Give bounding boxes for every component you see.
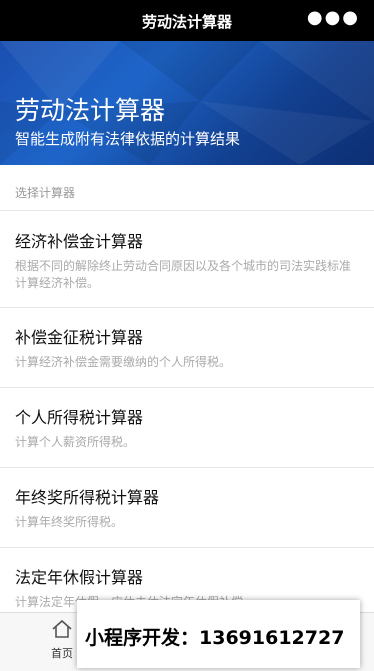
calculator-name: 法定年休假计算器 [15, 568, 144, 587]
hero-subtitle: 智能生成附有法律依据的计算结果 [15, 130, 241, 148]
calculator-desc: 计算个人薪资所得税。 [15, 435, 136, 449]
home-icon [52, 619, 72, 638]
calculator-name: 个人所得税计算器 [15, 408, 144, 427]
section-label: 选择计算器 [15, 186, 76, 200]
calculator-name: 经济补偿金计算器 [15, 232, 144, 251]
more-dots-icon[interactable]: ●●● [307, 9, 360, 27]
calculator-item-economic-compensation[interactable]: 经济补偿金计算器 根据不同的解除终止劳动合同原因以及各个城市的司法实践标准计算经… [0, 211, 374, 307]
calculator-item-income-tax[interactable]: 个人所得税计算器 计算个人薪资所得税。 [0, 388, 374, 467]
calculator-desc: 计算年终奖所得税。 [15, 515, 124, 529]
calculator-item-bonus-tax[interactable]: 年终奖所得税计算器 计算年终奖所得税。 [0, 468, 374, 547]
calculator-desc: 计算经济补偿金需要缴纳的个人所得税。 [15, 355, 232, 369]
nav-bar: 劳动法计算器 ●●● [0, 0, 374, 41]
calculator-name: 年终奖所得税计算器 [15, 488, 160, 507]
hero-banner: 劳动法计算器 智能生成附有法律依据的计算结果 [0, 41, 374, 165]
calculator-name: 补偿金征税计算器 [15, 328, 144, 347]
calculator-item-compensation-tax[interactable]: 补偿金征税计算器 计算经济补偿金需要缴纳的个人所得税。 [0, 308, 374, 387]
calculator-desc: 根据不同的解除终止劳动合同原因以及各个城市的司法实践标准计算经济补偿。 [15, 259, 352, 290]
ad-text: 小程序开发：13691612727 [85, 627, 345, 649]
ad-banner[interactable]: 小程序开发：13691612727 [77, 600, 360, 668]
hero-title: 劳动法计算器 [15, 96, 166, 125]
